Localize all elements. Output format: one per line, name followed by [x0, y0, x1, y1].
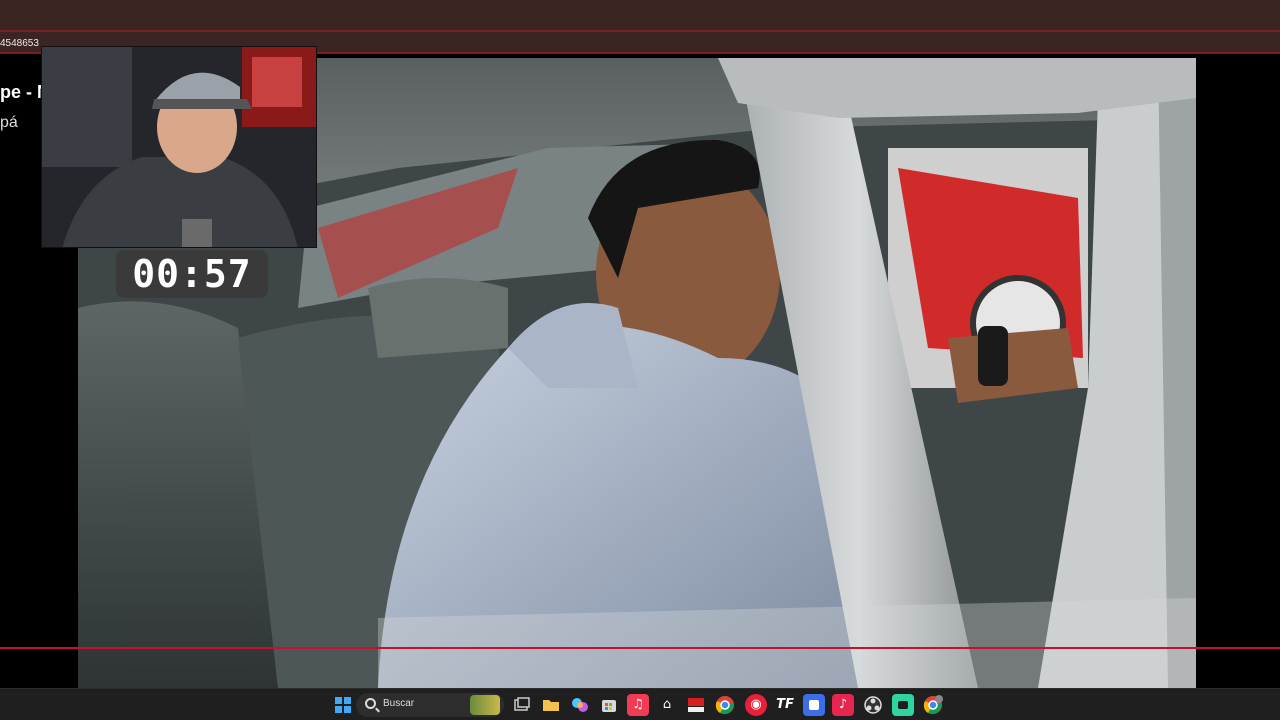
chrome-icon[interactable]: [714, 694, 736, 716]
green-app-icon[interactable]: [892, 694, 914, 716]
task-view-icon[interactable]: [511, 694, 533, 716]
webcam-overlay: [41, 46, 317, 248]
tf-app-icon[interactable]: TF: [774, 694, 796, 716]
taskbar: Buscar ♫ ⌂ ◉ TF ♪: [0, 688, 1280, 720]
chrome-profile-icon[interactable]: [922, 694, 944, 716]
webcam-frame: [42, 47, 316, 247]
microsoft-store-icon[interactable]: [598, 694, 620, 716]
search-icon: [365, 698, 376, 709]
obs-icon[interactable]: [862, 694, 884, 716]
app-red-icon[interactable]: ◉: [745, 694, 767, 716]
taskbar-search[interactable]: Buscar: [356, 693, 504, 717]
search-placeholder: Buscar: [383, 698, 415, 709]
browser-top-bar: [0, 0, 1280, 30]
countdown-timer: 00:57: [116, 250, 268, 298]
video-subtitle: pá: [0, 114, 18, 131]
copilot-icon[interactable]: [569, 694, 591, 716]
music-icon[interactable]: ♫: [627, 694, 649, 716]
video-progress-line[interactable]: [0, 647, 1280, 649]
news-icon[interactable]: [685, 694, 707, 716]
inbox-icon[interactable]: ⌂: [656, 694, 678, 716]
address-fragment: 4548653: [0, 38, 39, 49]
tiktok-icon[interactable]: ♪: [832, 694, 854, 716]
blue-app-icon[interactable]: [803, 694, 825, 716]
windows-start-icon[interactable]: [332, 694, 354, 716]
file-explorer-icon[interactable]: [540, 694, 562, 716]
search-highlight-icon: [470, 695, 500, 715]
video-right-border: [1196, 56, 1280, 688]
